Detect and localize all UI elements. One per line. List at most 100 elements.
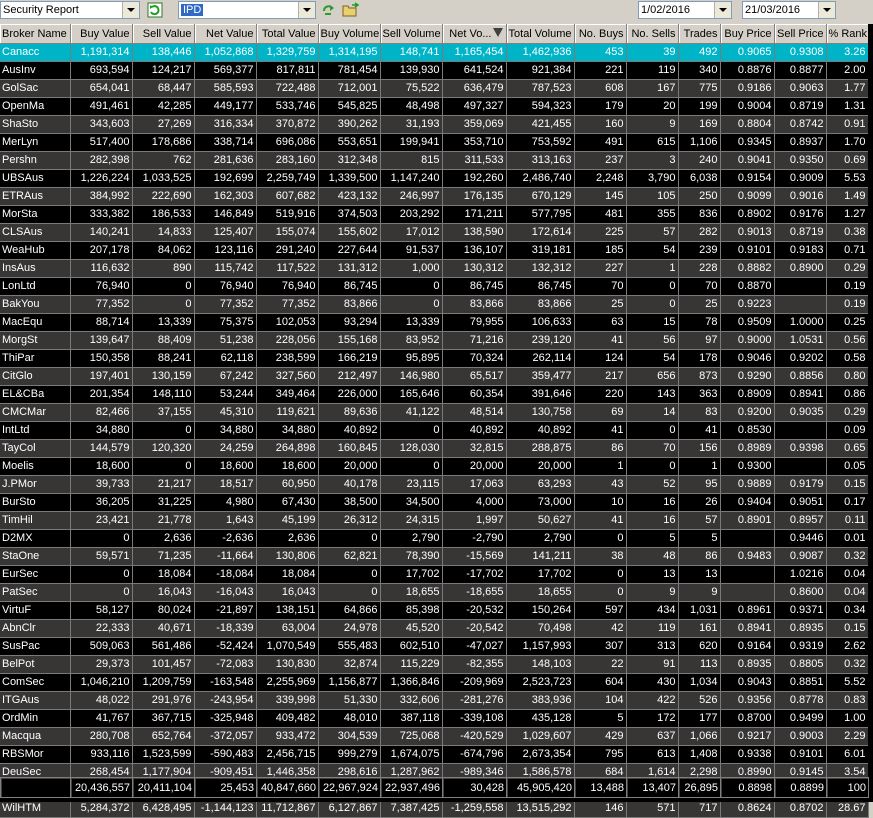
column-header[interactable]: Buy Value xyxy=(70,24,133,44)
table-cell: 86 xyxy=(678,547,721,566)
table-row[interactable]: ITGAus 48,022 291,976 -243,954 339,998 51,330… xyxy=(0,691,869,710)
table-row[interactable]: TimHil 23,421 21,778 1,643 45,199 26,312 24,31… xyxy=(0,511,869,530)
chevron-down-icon[interactable] xyxy=(714,2,731,18)
table-cell: 652,764 xyxy=(132,727,195,746)
table-cell: 5 xyxy=(626,529,679,548)
table-cell: 0.8702 xyxy=(774,799,827,818)
table-row[interactable]: PatSec 0 16,043 -16,043 16,043 0 18,655 -18,655… xyxy=(0,583,869,602)
table-row[interactable]: MorgSt 139,647 88,409 51,238 228,056 155,168 8… xyxy=(0,331,869,350)
table-row[interactable]: J.PMor 39,733 21,217 18,517 60,950 40,178 23,1… xyxy=(0,475,869,494)
table-row[interactable]: CMCMar 82,466 37,155 45,310 119,621 89,636 41,… xyxy=(0,403,869,422)
table-cell: 86 xyxy=(574,439,627,458)
broker-name-cell: ThiPar xyxy=(0,349,71,368)
chevron-down-icon[interactable] xyxy=(122,2,139,18)
table-cell: 20 xyxy=(626,97,679,116)
table-cell: 795 xyxy=(574,745,627,764)
table-row[interactable]: BurSto 36,205 31,225 4,980 67,430 38,500 34,50… xyxy=(0,493,869,512)
date-from-picker[interactable]: 1/02/2016 xyxy=(638,1,732,19)
table-row[interactable]: OpenMa 491,461 42,285 449,177 533,746 545,825… xyxy=(0,97,869,116)
table-row[interactable]: OrdMin 41,767 367,715 -325,948 409,482 48,010… xyxy=(0,709,869,728)
table-row[interactable]: BakYou 77,352 0 77,352 77,352 83,866 0 83,866 83… xyxy=(0,295,869,314)
table-row[interactable]: RBSMor 933,116 1,523,599 -590,483 2,456,715 9… xyxy=(0,745,869,764)
table-row[interactable]: UBSAus 1,226,224 1,033,525 192,699 2,259,749… xyxy=(0,169,869,188)
table-cell: 0.9200 xyxy=(720,403,775,422)
table-cell: 131,312 xyxy=(318,259,381,278)
table-row[interactable]: MorSta 333,382 186,533 146,849 519,916 374,50… xyxy=(0,205,869,224)
table-cell: 712,001 xyxy=(318,79,381,98)
column-header[interactable]: Net Value xyxy=(194,24,257,44)
report-select[interactable]: Security Report xyxy=(0,1,140,19)
table-row[interactable]: CitGlo 197,401 130,159 67,242 327,560 212,497… xyxy=(0,367,869,386)
chevron-down-icon[interactable] xyxy=(818,2,835,18)
column-header[interactable]: Buy Volume xyxy=(318,24,381,44)
table-row[interactable]: LonLtd 76,940 0 76,940 76,940 86,745 0 86,745 86… xyxy=(0,277,869,296)
table-row[interactable]: EurSec 0 18,084 -18,084 18,084 0 17,702 -17,702… xyxy=(0,565,869,584)
table-cell: 21,778 xyxy=(132,511,195,530)
table-row[interactable]: MerLyn 517,400 178,686 338,714 696,086 553,65… xyxy=(0,133,869,152)
table-row[interactable]: Moelis 18,600 0 18,600 18,600 20,000 0 20,000 20… xyxy=(0,457,869,476)
table-row[interactable]: BelPot 29,373 101,457 -72,083 130,830 32,874 1… xyxy=(0,655,869,674)
table-row[interactable]: CLSAus 140,241 14,833 125,407 155,074 155,602… xyxy=(0,223,869,242)
column-header[interactable]: Total Volume xyxy=(506,24,575,44)
table-cell: 18,084 xyxy=(132,565,195,584)
export-folder-icon[interactable] xyxy=(342,1,360,19)
table-row[interactable]: Canacc 1,191,314 138,446 1,052,868 1,329,759… xyxy=(0,43,869,62)
table-cell: 2,486,740 xyxy=(506,169,575,188)
table-row[interactable]: AusInv 693,594 124,217 569,377 817,811 781,45… xyxy=(0,61,869,80)
table-row[interactable]: WeaHub 207,178 84,062 123,116 291,240 227,644… xyxy=(0,241,869,260)
table-cell: 217 xyxy=(574,367,627,386)
table-row[interactable]: InsAus 116,632 890 115,742 117,522 131,312 1,0… xyxy=(0,259,869,278)
date-to-picker[interactable]: 21/03/2016 xyxy=(742,1,836,19)
table-row[interactable]: Pershn 282,398 762 281,636 283,160 312,348 815… xyxy=(0,151,869,170)
table-cell: 1,408 xyxy=(678,745,721,764)
column-header[interactable]: Buy Price xyxy=(720,24,775,44)
table-cell: 453 xyxy=(574,43,627,62)
table-row[interactable]: Macqua 280,708 652,764 -372,057 933,472 304,5… xyxy=(0,727,869,746)
column-header[interactable]: No. Buys xyxy=(574,24,627,44)
table-row[interactable]: AbnClr 22,333 40,671 -18,339 63,004 24,978 45,… xyxy=(0,619,869,638)
security-code-combo[interactable]: IPD xyxy=(178,1,316,19)
column-header[interactable]: Broker Name xyxy=(0,24,71,44)
table-cell: 2.00 xyxy=(826,61,869,80)
column-header[interactable]: Net Vo... xyxy=(442,24,507,44)
table-cell: 1,046,210 xyxy=(70,673,133,692)
table-row[interactable]: ThiPar 150,358 88,241 62,118 238,599 166,219 9… xyxy=(0,349,869,368)
column-header[interactable]: Sell Volume xyxy=(380,24,443,44)
column-header[interactable]: Sell Value xyxy=(132,24,195,44)
table-row[interactable]: IntLtd 34,880 0 34,880 34,880 40,892 0 40,892 40… xyxy=(0,421,869,440)
table-cell: 312,348 xyxy=(318,151,381,170)
table-row[interactable]: VirtuF 58,127 80,024 -21,897 138,151 64,866 85… xyxy=(0,601,869,620)
table-row[interactable]: MacEqu 88,714 13,339 75,375 102,053 93,294 13,… xyxy=(0,313,869,332)
table-cell xyxy=(774,421,827,440)
table-cell: 2,673,354 xyxy=(506,745,575,764)
table-cell: 0.69 xyxy=(826,151,869,170)
table-row[interactable]: ShaSto 343,603 27,269 316,334 370,872 390,262… xyxy=(0,115,869,134)
table-row[interactable]: D2MX 0 2,636 -2,636 2,636 0 2,790 -2,790 2,790 0 5… xyxy=(0,529,869,548)
column-header[interactable]: Total Value xyxy=(256,24,319,44)
table-row[interactable]: TayCol 144,579 120,320 24,259 264,898 160,845… xyxy=(0,439,869,458)
broker-name-cell: BurSto xyxy=(0,493,71,512)
chevron-down-icon[interactable] xyxy=(298,2,315,18)
table-cell: 14 xyxy=(626,403,679,422)
table-cell: 753,592 xyxy=(506,133,575,152)
vertical-scrollbar[interactable] xyxy=(868,24,873,778)
table-row[interactable]: GolSac 654,041 68,447 585,593 722,488 712,001… xyxy=(0,79,869,98)
table-row[interactable]: ETRAus 384,992 222,690 162,303 607,682 423,13… xyxy=(0,187,869,206)
column-header[interactable]: No. Sells xyxy=(626,24,679,44)
refresh-icon[interactable] xyxy=(146,1,164,19)
column-header[interactable]: Trades xyxy=(678,24,721,44)
table-cell: 113 xyxy=(678,655,721,674)
go-arrow-icon[interactable] xyxy=(320,1,338,19)
table-row[interactable]: ComSec 1,046,210 1,209,759 -163,548 2,255,96… xyxy=(0,673,869,692)
table-cell: 148,103 xyxy=(506,655,575,674)
table-cell: 0.9154 xyxy=(720,169,775,188)
table-cell: 16,043 xyxy=(256,583,319,602)
column-header[interactable]: % Rank xyxy=(826,24,869,44)
table-row[interactable]: WilHTM 5,284,372 6,428,495 -1,144,123 11,712… xyxy=(0,799,869,818)
table-row[interactable]: SusPac 509,063 561,486 -52,424 1,070,549 555,… xyxy=(0,637,869,656)
table-row[interactable]: EL&CBa 201,354 148,110 53,244 349,464 226,000… xyxy=(0,385,869,404)
table-cell: -372,057 xyxy=(194,727,257,746)
table-cell: 0.71 xyxy=(826,241,869,260)
table-row[interactable]: StaOne 59,571 71,235 -11,664 130,806 62,821 78… xyxy=(0,547,869,566)
column-header[interactable]: Sell Price xyxy=(774,24,827,44)
